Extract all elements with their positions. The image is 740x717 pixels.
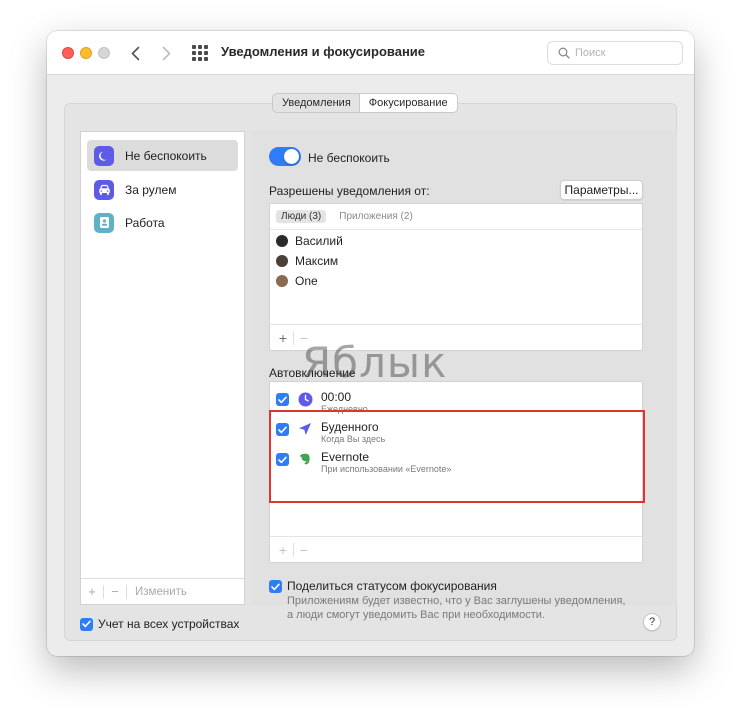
subtab-people[interactable]: Люди (3) — [276, 210, 327, 223]
add-auto-button[interactable]: + — [273, 542, 293, 558]
auto-item-subtitle: Ежедневно — [321, 404, 368, 414]
person-name: Василий — [295, 234, 343, 248]
close-window-button[interactable] — [62, 47, 74, 59]
search-icon — [558, 47, 570, 59]
search-field[interactable] — [547, 41, 683, 65]
edit-focus-button[interactable]: Изменить — [135, 586, 187, 598]
auto-item-text: Evernote При использовании «Evernote» — [321, 450, 451, 475]
list-item[interactable]: Evernote При использовании «Evernote» — [276, 450, 451, 475]
sidebar-item-label: Не беспокоить — [125, 148, 207, 163]
sync-devices-option: Учет на всех устройствах — [80, 617, 239, 631]
evernote-icon — [297, 451, 313, 467]
badge-icon — [94, 212, 114, 233]
share-status-text: Поделиться статусом фокусирования Прилож… — [287, 579, 627, 622]
remove-auto-button[interactable]: − — [294, 542, 314, 558]
add-person-button[interactable]: + — [273, 330, 293, 346]
auto-time-checkbox[interactable] — [276, 393, 289, 406]
auto-enable-label: Автовключение — [269, 366, 356, 380]
remove-person-button[interactable]: − — [294, 330, 314, 346]
options-button[interactable]: Параметры... — [560, 180, 643, 200]
sidebar-item-driving[interactable]: За рулем — [87, 174, 238, 205]
zoom-window-button[interactable] — [98, 47, 110, 59]
minimize-window-button[interactable] — [80, 47, 92, 59]
car-icon — [94, 179, 114, 200]
moon-icon — [94, 145, 114, 166]
allowed-subtabs: Люди (3) Приложения (2) — [276, 210, 426, 223]
allowed-list: Люди (3) Приложения (2) Василий Максим O… — [269, 203, 643, 351]
person-name: Максим — [295, 254, 339, 268]
remove-focus-button[interactable]: − — [104, 584, 126, 599]
divider — [126, 584, 127, 599]
list-item[interactable]: Василий — [276, 234, 343, 248]
subtab-apps[interactable]: Приложения (2) — [334, 210, 418, 223]
auto-enable-list: 00:00 Ежедневно Буденного Когда Вы здесь — [269, 381, 643, 563]
allowed-notifications-label: Разрешены уведомления от: — [269, 184, 430, 198]
auto-item-text: 00:00 Ежедневно — [321, 390, 368, 415]
auto-list-footer: + − — [270, 536, 642, 562]
chevron-left-icon — [131, 46, 139, 60]
share-status-title: Поделиться статусом фокусирования — [287, 579, 497, 593]
preferences-window: Уведомления и фокусирование Уведомления … — [47, 31, 694, 656]
avatar — [276, 255, 288, 267]
sidebar-item-label: Работа — [125, 215, 165, 230]
share-status-description: Приложениям будет известно, что у Вас за… — [287, 595, 626, 621]
back-button[interactable] — [127, 43, 143, 63]
focus-mode-list: Не беспокоить За рулем Работа + − Измени… — [80, 131, 245, 605]
toggle-label: Не беспокоить — [308, 151, 390, 165]
search-input[interactable] — [575, 47, 675, 59]
divider — [270, 229, 642, 230]
sidebar-item-label: За рулем — [125, 182, 177, 197]
list-item[interactable]: Буденного Когда Вы здесь — [276, 420, 385, 445]
sidebar-item-do-not-disturb[interactable]: Не беспокоить — [87, 140, 238, 171]
title-bar: Уведомления и фокусирование — [47, 31, 694, 75]
segmented-tabs: Уведомления Фокусирование — [272, 93, 458, 113]
clock-icon — [297, 391, 313, 407]
auto-item-title: Буденного — [321, 420, 379, 434]
window-title: Уведомления и фокусирование — [221, 44, 426, 59]
auto-item-subtitle: При использовании «Evernote» — [321, 464, 452, 474]
allowed-list-footer: + − — [270, 324, 642, 350]
list-item[interactable]: One — [276, 274, 318, 288]
sync-devices-label: Учет на всех устройствах — [98, 617, 240, 631]
sidebar-footer: + − Изменить — [81, 578, 244, 604]
chevron-right-icon — [162, 46, 170, 60]
person-name: One — [295, 274, 318, 288]
list-item[interactable]: 00:00 Ежедневно — [276, 390, 368, 415]
auto-app-checkbox[interactable] — [276, 453, 289, 466]
show-all-grid-icon[interactable] — [192, 45, 208, 61]
share-focus-status: Поделиться статусом фокусирования Прилож… — [269, 579, 627, 622]
auto-item-subtitle: Когда Вы здесь — [321, 434, 386, 444]
avatar — [276, 235, 288, 247]
auto-location-checkbox[interactable] — [276, 423, 289, 436]
list-item[interactable]: Максим — [276, 254, 338, 268]
share-status-checkbox[interactable] — [269, 580, 282, 593]
toggle-knob — [284, 149, 299, 164]
add-focus-button[interactable]: + — [81, 584, 103, 599]
focus-detail-panel: Не беспокоить Разрешены уведомления от: … — [252, 131, 677, 621]
do-not-disturb-toggle[interactable] — [269, 147, 301, 166]
help-button[interactable]: ? — [643, 613, 661, 631]
auto-item-title: 00:00 — [321, 390, 352, 404]
forward-button[interactable] — [158, 43, 174, 63]
avatar — [276, 275, 288, 287]
tab-focus[interactable]: Фокусирование — [359, 94, 457, 112]
sync-devices-checkbox[interactable] — [80, 617, 93, 631]
sidebar-item-work[interactable]: Работа — [87, 207, 238, 238]
location-arrow-icon — [297, 421, 313, 437]
auto-item-text: Буденного Когда Вы здесь — [321, 420, 385, 445]
auto-item-title: Evernote — [321, 450, 370, 464]
tab-notifications[interactable]: Уведомления — [273, 94, 360, 112]
